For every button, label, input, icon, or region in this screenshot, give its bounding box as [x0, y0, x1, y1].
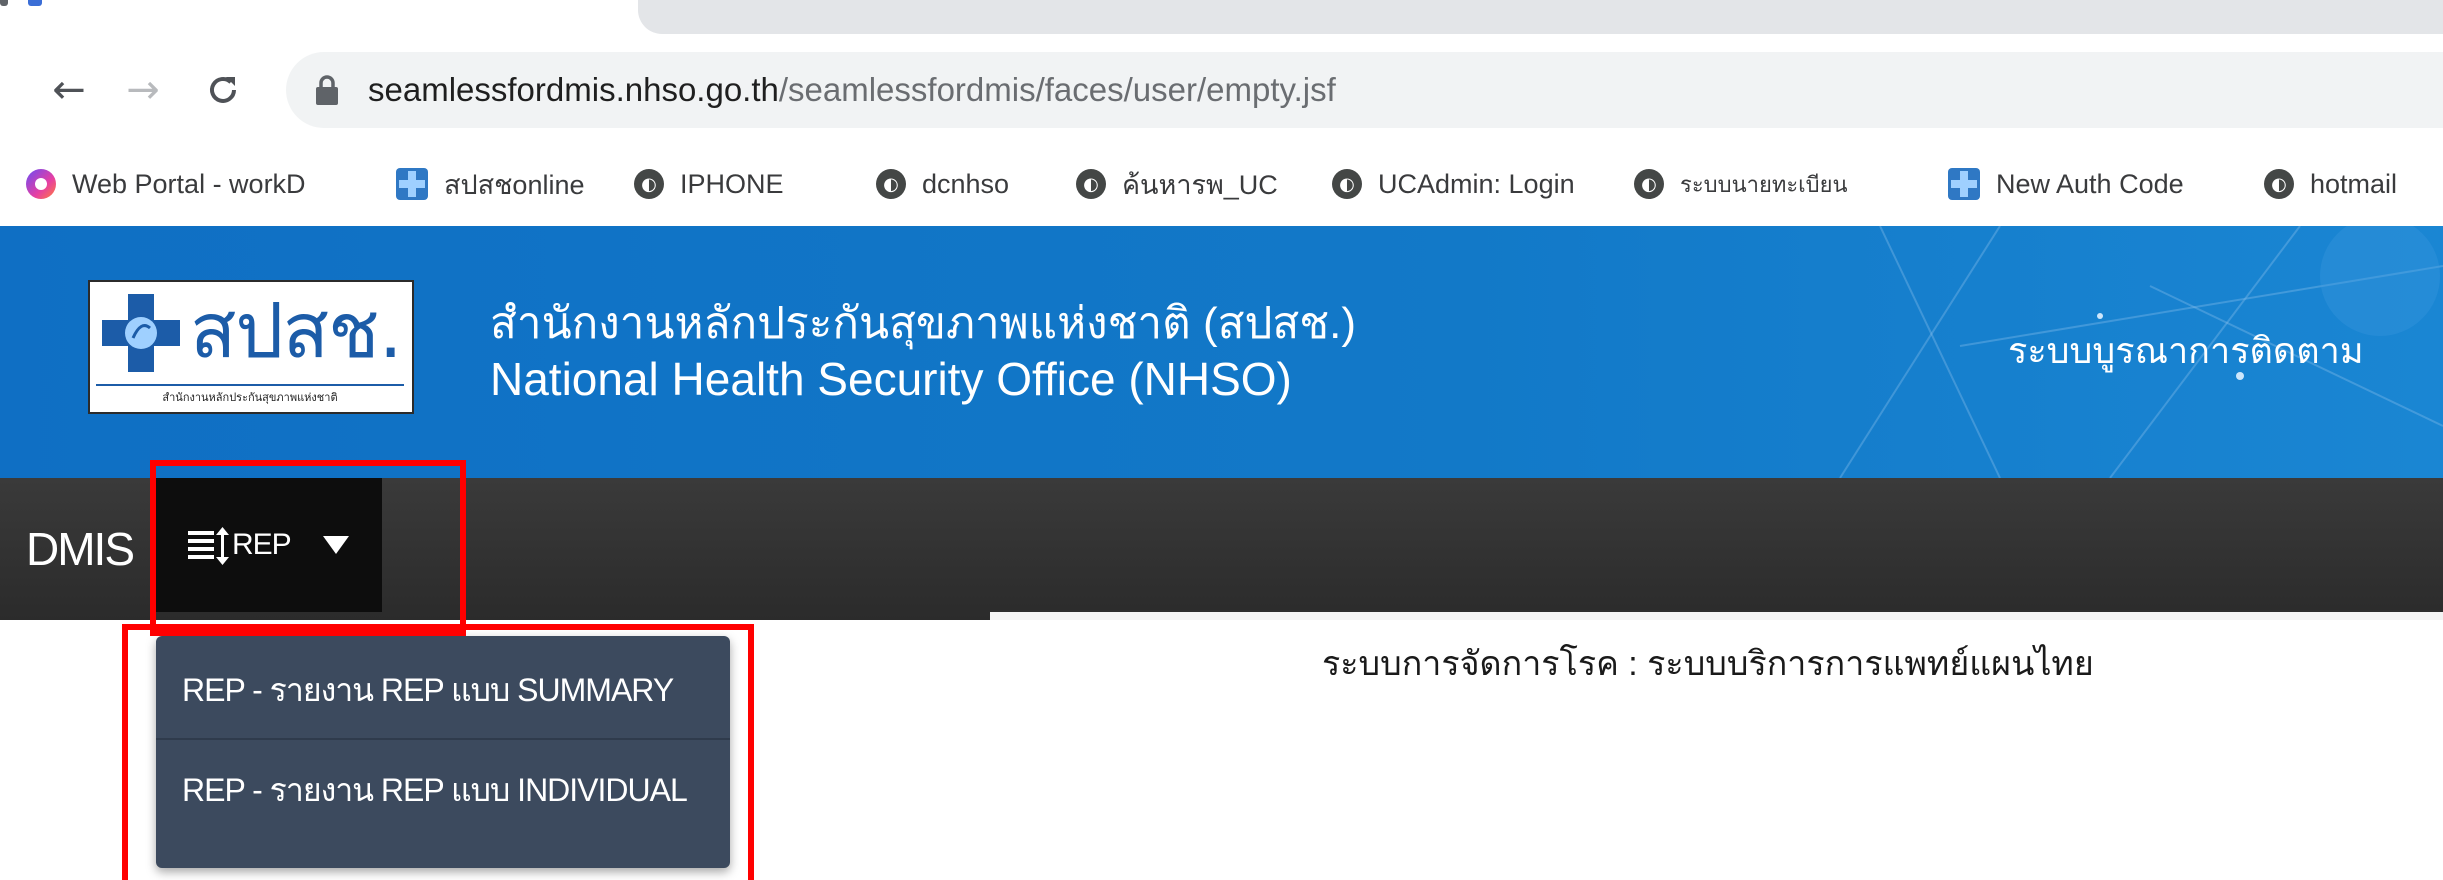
bookmarks-bar: Web Portal - workD สปสชonline ◐ IPHONE ◐… [0, 142, 2443, 227]
browser-tab-strip [0, 0, 2443, 34]
health-cross-icon [100, 292, 182, 374]
bookmark-hotmail[interactable]: ◐ hotmail [2264, 142, 2397, 226]
content-top-edge [990, 612, 2443, 620]
bookmark-nhso-online[interactable]: สปสชonline [396, 142, 584, 226]
url-host: seamlessfordmis.nhso.go.th [368, 71, 779, 108]
bookmark-label: dcnhso [922, 168, 1010, 199]
globe-icon: ◐ [1076, 169, 1106, 199]
nhso-favicon [396, 168, 428, 200]
logo-subtext: สำนักงานหลักประกันสุขภาพแห่งชาติ [96, 384, 404, 406]
browser-toolbar: ← → seamlessfordmis.nhso.go.th/seamlessf… [0, 38, 2443, 142]
page-heading: ระบบการจัดการโรค : ระบบบริการการแพทย์แผน… [1322, 645, 2094, 683]
reload-icon [210, 76, 236, 103]
active-tab-edge [0, 0, 60, 10]
bookmark-iphone[interactable]: ◐ IPHONE [634, 142, 784, 226]
bookmark-label: hotmail [2310, 168, 2398, 199]
bookmark-ucadmin[interactable]: ◐ UCAdmin: Login [1332, 142, 1575, 226]
address-bar[interactable]: seamlessfordmis.nhso.go.th/seamlessfordm… [286, 52, 2443, 128]
forward-arrow-icon: → [126, 67, 160, 113]
bookmark-search-hospital[interactable]: ◐ ค้นหารพ_UC [1076, 142, 1278, 226]
bookmark-label: IPHONE [680, 168, 784, 199]
reload-button[interactable] [188, 38, 258, 142]
system-title: ระบบบูรณาการติดตาม [2008, 330, 2364, 371]
bookmark-label: New Auth Code [1996, 168, 2184, 199]
back-button[interactable]: ← [34, 38, 104, 142]
portal-icon [26, 169, 56, 199]
globe-icon: ◐ [1332, 169, 1362, 199]
tab-bar-background [638, 0, 2443, 34]
logo-text: สปสช. [190, 286, 403, 375]
highlight-box-dropdown [122, 624, 754, 880]
globe-icon: ◐ [1634, 169, 1664, 199]
nhso-logo[interactable]: สปสช. สำนักงานหลักประกันสุขภาพแห่งชาติ [88, 280, 414, 414]
globe-icon: ◐ [2264, 169, 2294, 199]
bookmark-label: Web Portal - workD [72, 168, 306, 199]
site-header: สปสช. สำนักงานหลักประกันสุขภาพแห่งชาติ ส… [0, 226, 2443, 478]
bookmark-registrar[interactable]: ◐ ระบบนายทะเบียน [1634, 142, 1848, 226]
highlight-box-menu [150, 460, 466, 636]
forward-button[interactable]: → [108, 38, 178, 142]
org-name-english: National Health Security Office (NHSO) [490, 353, 1292, 405]
brand-dmis[interactable]: DMIS [26, 478, 135, 620]
org-name-thai: สำนักงานหลักประกันสุขภาพแห่งชาติ (สปสช.) [490, 299, 1356, 348]
bookmark-label: UCAdmin: Login [1378, 168, 1575, 199]
bookmark-web-portal[interactable]: Web Portal - workD [26, 142, 306, 226]
url-text[interactable]: seamlessfordmis.nhso.go.th/seamlessfordm… [368, 52, 1336, 128]
bookmark-label: ระบบนายทะเบียน [1680, 171, 1848, 197]
nhso-favicon [1948, 168, 1980, 200]
bookmark-new-auth-code[interactable]: New Auth Code [1948, 142, 2184, 226]
bookmark-label: สปสชonline [444, 169, 585, 200]
globe-icon: ◐ [876, 169, 906, 199]
bookmark-label: ค้นหารพ_UC [1122, 169, 1278, 200]
back-arrow-icon: ← [52, 67, 86, 113]
bookmark-dcnhso[interactable]: ◐ dcnhso [876, 142, 1009, 226]
globe-icon: ◐ [634, 169, 664, 199]
lock-icon[interactable] [314, 74, 340, 106]
url-path: /seamlessfordmis/faces/user/empty.jsf [778, 71, 1336, 108]
